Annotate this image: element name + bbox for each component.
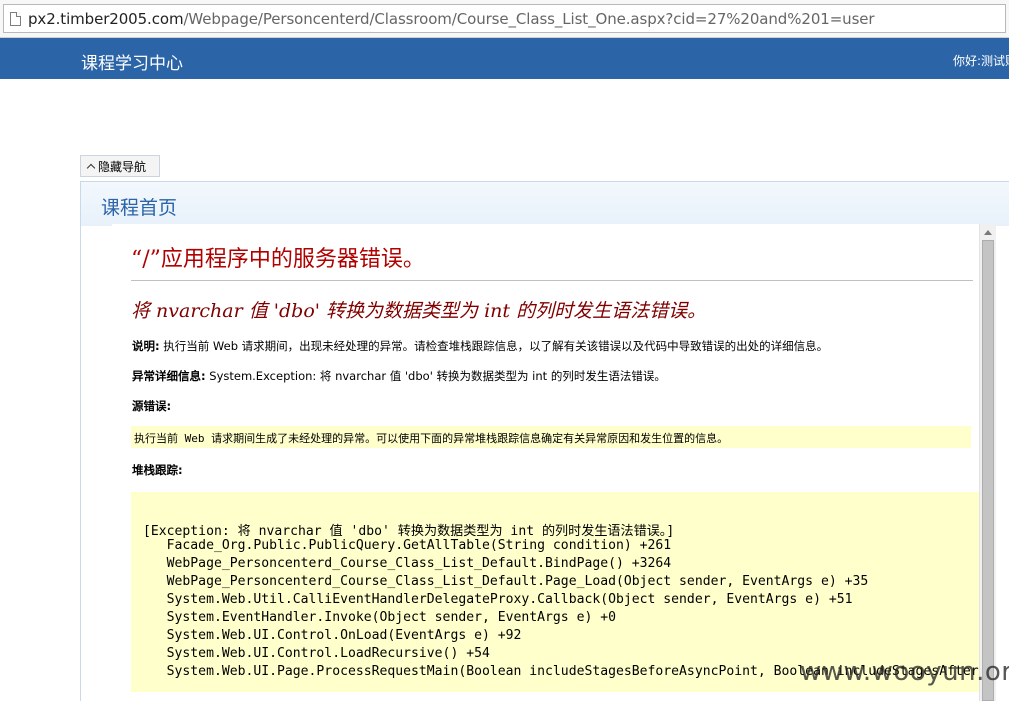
stack-line: Facade_Org.Public.PublicQuery.GetAllTabl… — [143, 538, 672, 553]
exception-label: 异常详细信息: — [132, 369, 206, 383]
hide-nav-label: 隐藏导航 — [98, 159, 147, 174]
hide-nav-button[interactable]: 隐藏导航 — [80, 155, 160, 177]
stack-line: WebPage_Personcenterd_Course_Class_List_… — [143, 574, 869, 589]
error-heading: “/”应用程序中的服务器错误。 — [131, 247, 425, 272]
stack-line: System.Web.Util.CalliEventHandlerDelegat… — [143, 592, 853, 607]
source-error-text: 执行当前 Web 请求期间生成了未经处理的异常。可以使用下面的异常堆栈跟踪信息确… — [134, 432, 729, 445]
scroll-up-arrow-icon[interactable] — [984, 230, 992, 235]
site-title: 课程学习中心 — [81, 54, 183, 74]
url-text[interactable]: px2.timber2005.com/Webpage/Personcenterd… — [28, 10, 875, 28]
stack-line: WebPage_Personcenterd_Course_Class_List_… — [143, 556, 672, 571]
source-error-line: 源错误: — [132, 398, 171, 414]
watermark: www.wooyun.org — [800, 657, 1009, 687]
error-frame: “/”应用程序中的服务器错误。 将 nvarchar 值 'dbo' 转换为数据… — [112, 224, 996, 701]
panel-title: 课程首页 — [101, 197, 178, 219]
divider — [131, 280, 973, 281]
stack-line: System.Web.UI.Control.OnLoad(EventArgs e… — [143, 628, 522, 643]
stack-line: System.Web.UI.Control.LoadRecursive() +5… — [143, 646, 490, 661]
url-field[interactable]: px2.timber2005.com/Webpage/Personcenterd… — [3, 4, 1006, 33]
exception-line: 异常详细信息: System.Exception: 将 nvarchar 值 '… — [132, 368, 666, 384]
error-subheading: 将 nvarchar 值 'dbo' 转换为数据类型为 int 的列时发生语法错… — [131, 300, 707, 322]
description-label: 说明: — [132, 339, 160, 353]
stack-line: [Exception: 将 nvarchar 值 'dbo' 转换为数据类型为 … — [143, 524, 675, 539]
description-text: 执行当前 Web 请求期间，出现未经处理的异常。请检查堆栈跟踪信息，以了解有关该… — [159, 339, 829, 353]
exception-text: System.Exception: 将 nvarchar 值 'dbo' 转换为… — [205, 369, 666, 383]
page-icon — [10, 12, 21, 26]
site-header: 课程学习中心 你好:测试账 — [0, 38, 1009, 79]
description-line: 说明: 执行当前 Web 请求期间，出现未经处理的异常。请检查堆栈跟踪信息，以了… — [132, 338, 828, 354]
frame-scrollbar[interactable] — [979, 224, 996, 701]
panel-header: 课程首页 — [81, 182, 1009, 226]
chevron-up-icon — [86, 163, 96, 172]
source-error-box: 执行当前 Web 请求期间生成了未经处理的异常。可以使用下面的异常堆栈跟踪信息确… — [131, 426, 971, 448]
user-greeting: 你好:测试账 — [953, 54, 1009, 68]
browser-address-bar: px2.timber2005.com/Webpage/Personcenterd… — [0, 0, 1009, 38]
source-error-label: 源错误: — [132, 399, 172, 413]
url-path: /Webpage/Personcenterd/Classroom/Course_… — [183, 10, 875, 28]
stack-line: System.EventHandler.Invoke(Object sender… — [143, 610, 616, 625]
url-host: px2.timber2005.com — [28, 10, 184, 28]
stack-trace-label: 堆栈跟踪: — [132, 463, 183, 477]
stack-trace-line: 堆栈跟踪: — [132, 462, 183, 478]
scroll-thumb[interactable] — [982, 240, 994, 701]
